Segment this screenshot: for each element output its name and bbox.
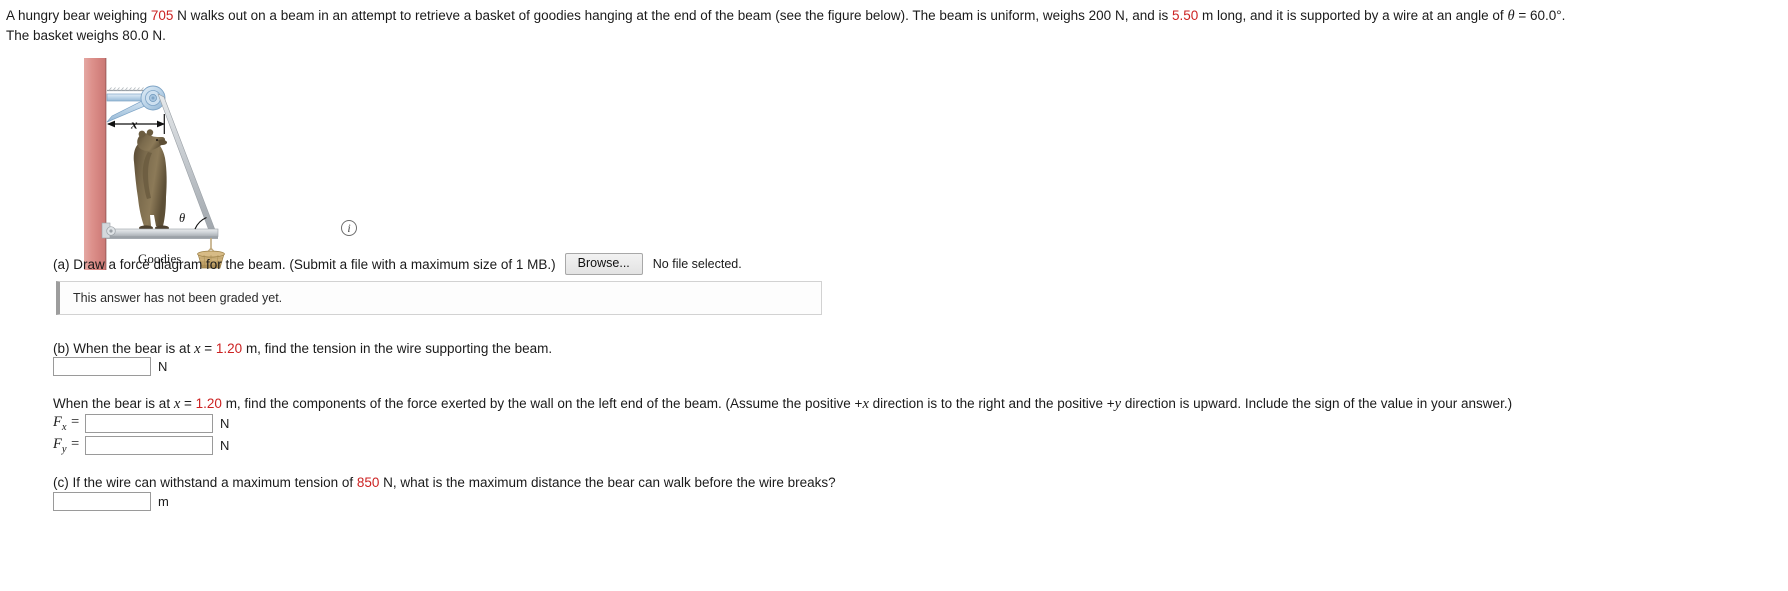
- fy-label-main: F: [53, 436, 62, 453]
- part-c-text-2: N, what is the maximum distance the bear…: [379, 475, 836, 490]
- browse-button[interactable]: Browse...: [564, 253, 643, 275]
- problem-text-3: m long, and it is supported by a wire at…: [1198, 8, 1508, 23]
- theta-label: θ: [179, 211, 185, 225]
- part-a-question: (a) Draw a force diagram for the beam. (…: [53, 256, 556, 272]
- problem-text-2: N walks out on a beam in an attempt to r…: [173, 8, 1172, 23]
- fy-unit: N: [219, 438, 230, 453]
- part-a-row: (a) Draw a force diagram for the beam. (…: [53, 253, 742, 275]
- part-b-eq: =: [200, 341, 216, 356]
- physics-figure: x θ Goodies: [78, 52, 293, 270]
- beam: [105, 228, 219, 239]
- info-icon[interactable]: i: [341, 220, 357, 236]
- fy-answer-row: Fy = N: [53, 436, 229, 455]
- problem-text-4: = 60.0°.: [1514, 8, 1566, 23]
- fy-label: Fy =: [53, 436, 80, 455]
- problem-text-1: A hungry bear weighing: [6, 8, 151, 23]
- fx-equals: =: [66, 414, 80, 431]
- part-c-tension-value: 850: [356, 475, 380, 490]
- part-b2-text-3: direction is to the right and the positi…: [868, 396, 1115, 411]
- part-b-answer-row: N: [53, 357, 167, 376]
- part-b-input[interactable]: [53, 357, 151, 376]
- part-b-x-value: 1.20: [215, 341, 243, 356]
- part-c-question: (c) If the wire can withstand a maximum …: [53, 475, 836, 490]
- grading-status-box: This answer has not been graded yet.: [56, 281, 822, 315]
- part-b2-text-2: m, find the components of the force exer…: [221, 396, 863, 411]
- part-b2-text-4: direction is upward. Include the sign of…: [1121, 396, 1513, 411]
- part-b2-eq: =: [180, 396, 196, 411]
- beam-length-value: 5.50: [1171, 8, 1199, 23]
- x-label: x: [130, 117, 138, 132]
- wire: [157, 93, 218, 237]
- fx-label-main: F: [53, 414, 62, 431]
- fx-input[interactable]: [84, 414, 213, 433]
- bear-weight-value: 705: [150, 8, 174, 23]
- part-c-input[interactable]: [53, 492, 151, 511]
- part-b-components-question: When the bear is at x = 1.20 m, find the…: [53, 396, 1512, 413]
- part-c-text-1: (c) If the wire can withstand a maximum …: [53, 475, 357, 490]
- fy-equals: =: [66, 436, 80, 453]
- fx-label: Fx =: [53, 414, 80, 433]
- theta-symbol: θ: [1507, 8, 1515, 24]
- part-b2-x-value: 1.20: [195, 396, 222, 411]
- fx-unit: N: [219, 416, 230, 431]
- part-b-text-1: (b) When the bear is at: [53, 341, 195, 356]
- grading-status-text: This answer has not been graded yet.: [73, 291, 283, 305]
- problem-text-5: The basket weighs 80.0 N.: [6, 28, 166, 43]
- part-b-text-2: m, find the tension in the wire supporti…: [242, 341, 553, 356]
- bear: [133, 129, 169, 231]
- problem-statement: A hungry bear weighing 705 N walks out o…: [6, 6, 1782, 46]
- part-c-unit: m: [158, 494, 169, 509]
- part-b-question: (b) When the bear is at x = 1.20 m, find…: [53, 341, 552, 358]
- part-b2-text-1: When the bear is at: [53, 396, 174, 411]
- part-c-answer-row: m: [53, 492, 169, 511]
- part-b-unit: N: [158, 359, 168, 374]
- problem-page: A hungry bear weighing 705 N walks out o…: [0, 0, 1788, 591]
- no-file-selected-label: No file selected.: [652, 257, 742, 271]
- fy-input[interactable]: [84, 436, 213, 455]
- fx-answer-row: Fx = N: [53, 414, 229, 433]
